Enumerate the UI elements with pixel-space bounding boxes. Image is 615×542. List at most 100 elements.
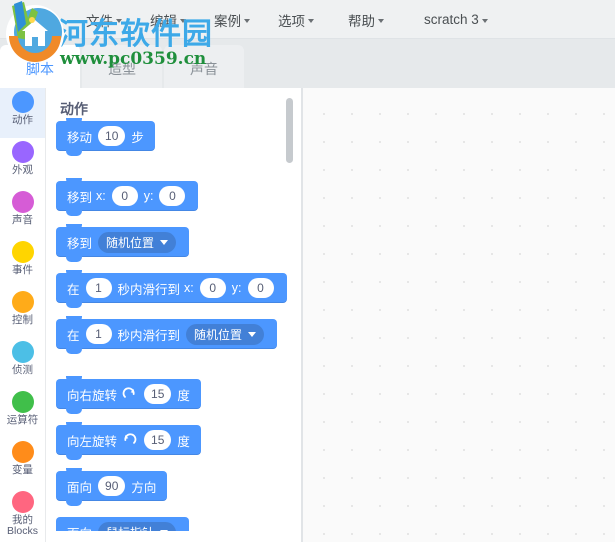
block-text: y: (143, 189, 154, 203)
block-motion-point-towards[interactable]: 面向 鼠标指针 (56, 517, 190, 532)
block-dropdown[interactable]: 鼠标指针 (98, 521, 177, 532)
menu-item-4[interactable]: 帮助 (328, 0, 404, 39)
block-text: 移到 (67, 236, 93, 251)
menu-item-0[interactable]: 文件 (72, 0, 136, 39)
tab-bar: 脚本 造型 声音 (0, 39, 615, 88)
menu-item-5[interactable]: scratch 3 (404, 0, 508, 39)
block-text: 在 (67, 328, 80, 343)
category-color-dot (11, 241, 34, 263)
block-input-field[interactable]: 0 (159, 186, 186, 206)
menu-item-label: 选项 (278, 13, 305, 29)
block-motion-glide-secs-target[interactable]: 在 1 秒内滑行到 随机位置 (56, 316, 278, 354)
block-input-field[interactable]: 10 (98, 126, 126, 146)
chevron-down-icon (244, 18, 250, 23)
chevron-down-icon (308, 18, 314, 23)
block-dropdown[interactable]: 随机位置 (186, 323, 265, 345)
scratch-editor-window: 文件 编辑 案例 选项 帮助 scratch 3 河东软件园 www.pc0359.cn … (0, 0, 615, 542)
category-item-1[interactable]: 外观 (0, 138, 45, 188)
block-input-field[interactable]: 1 (85, 324, 112, 344)
block-text: 方向 (131, 480, 157, 495)
category-color-dot (11, 491, 34, 513)
chevron-down-icon (160, 239, 169, 245)
block-input-field[interactable]: 15 (144, 384, 172, 404)
turn-right-icon (122, 386, 137, 404)
chevron-down-icon (160, 529, 169, 531)
menu-item-label: 编辑 (150, 13, 177, 29)
menu-bar: 文件 编辑 案例 选项 帮助 scratch 3 (0, 0, 615, 39)
block-input-field[interactable]: 0 (111, 186, 138, 206)
block-text: 面向 (67, 523, 92, 532)
category-color-dot (11, 291, 34, 313)
palette-block-list[interactable]: 移动 10 步移到 x: 0 y: 0 移到 随机位置在 1 秒内滑行到 x: 0 y: 0 在 1 秒内滑行到随… (56, 118, 301, 532)
block-motion-goto-xy[interactable]: 移到 x: 0 y: 0 (56, 178, 199, 216)
category-color-dot (11, 191, 34, 213)
category-color-dot (11, 91, 34, 113)
block-text: 秒内滑行到 (117, 328, 181, 343)
script-workspace[interactable] (302, 88, 615, 542)
category-label: 事件 (12, 264, 33, 276)
chevron-down-icon (180, 18, 186, 23)
block-text: x: (96, 189, 106, 203)
category-item-6[interactable]: 运算符 (0, 388, 45, 438)
tab-list: 脚本 造型 声音 (0, 45, 246, 88)
menu-item-label: scratch 3 (424, 12, 479, 27)
menu-item-2[interactable]: 案例 (200, 0, 264, 39)
menu-item-label: 帮助 (348, 13, 375, 29)
tab-label: 脚本 (26, 61, 54, 77)
block-text: 在 (67, 282, 80, 297)
palette-scrollbar[interactable] (286, 96, 293, 526)
category-item-3[interactable]: 事件 (0, 238, 45, 288)
category-item-2[interactable]: 声音 (0, 188, 45, 238)
chevron-down-icon (116, 18, 122, 23)
category-label: 变量 (12, 464, 33, 476)
block-text: 移到 (67, 190, 93, 205)
block-text: y: (231, 281, 242, 295)
category-item-8[interactable]: 我的 Blocks (0, 488, 45, 538)
block-motion-turn-right[interactable]: 向右旋转 15 度 (56, 376, 201, 414)
category-label: 我的 Blocks (7, 514, 38, 537)
category-label: 声音 (12, 214, 33, 226)
block-text: 度 (177, 434, 190, 449)
block-text: 移动 (67, 130, 93, 145)
chevron-down-icon (378, 18, 384, 23)
category-item-4[interactable]: 控制 (0, 288, 45, 338)
tab-2[interactable]: 声音 (164, 45, 244, 88)
block-text: 步 (131, 130, 144, 145)
tab-label: 声音 (190, 61, 218, 77)
block-text: 向左旋转 (67, 434, 118, 449)
category-item-0[interactable]: 动作 (0, 88, 45, 138)
block-input-field[interactable]: 0 (247, 278, 274, 298)
menu-item-list: 文件 编辑 案例 选项 帮助 scratch 3 (72, 0, 508, 39)
category-label: 侦测 (12, 364, 33, 376)
palette-scrollbar-thumb[interactable] (286, 98, 293, 163)
chevron-down-icon (481, 18, 488, 23)
block-dropdown-label: 鼠标指针 (106, 524, 154, 532)
category-color-dot (11, 391, 34, 413)
category-item-7[interactable]: 变量 (0, 438, 45, 488)
block-motion-turn-left[interactable]: 向左旋转 15 度 (56, 422, 201, 460)
category-label: 控制 (12, 314, 33, 326)
tab-1[interactable]: 造型 (82, 45, 162, 88)
block-text: 度 (177, 388, 190, 403)
category-rail[interactable]: 动作外观声音事件控制侦测运算符变量我的 Blocks (0, 88, 46, 542)
tab-label: 造型 (108, 61, 136, 77)
block-input-field[interactable]: 90 (98, 476, 126, 496)
block-motion-move-steps[interactable]: 移动 10 步 (56, 118, 155, 156)
block-dropdown[interactable]: 随机位置 (98, 231, 177, 253)
block-input-field[interactable]: 0 (199, 278, 226, 298)
block-motion-point-direction[interactable]: 面向 90 方向 (56, 468, 168, 506)
chevron-down-icon (248, 331, 257, 337)
block-text: 向右旋转 (67, 388, 118, 403)
category-item-5[interactable]: 侦测 (0, 338, 45, 388)
category-label: 外观 (12, 164, 33, 176)
block-input-field[interactable]: 1 (85, 278, 112, 298)
block-input-field[interactable]: 15 (144, 430, 172, 450)
block-dropdown-label: 随机位置 (106, 235, 155, 250)
block-motion-glide-secs-xy[interactable]: 在 1 秒内滑行到 x: 0 y: 0 (56, 270, 287, 308)
category-color-dot (11, 141, 34, 163)
block-motion-goto-target[interactable]: 移到 随机位置 (56, 224, 190, 262)
tab-0[interactable]: 脚本 (0, 45, 80, 88)
menu-item-1[interactable]: 编辑 (136, 0, 200, 39)
block-palette[interactable]: 动作 移动 10 步移到 x: 0 y: 0 移到 随机位置在 1 秒内滑行到 x: 0 y: 0 在 1 秒内滑… (46, 88, 302, 542)
menu-item-3[interactable]: 选项 (264, 0, 328, 39)
